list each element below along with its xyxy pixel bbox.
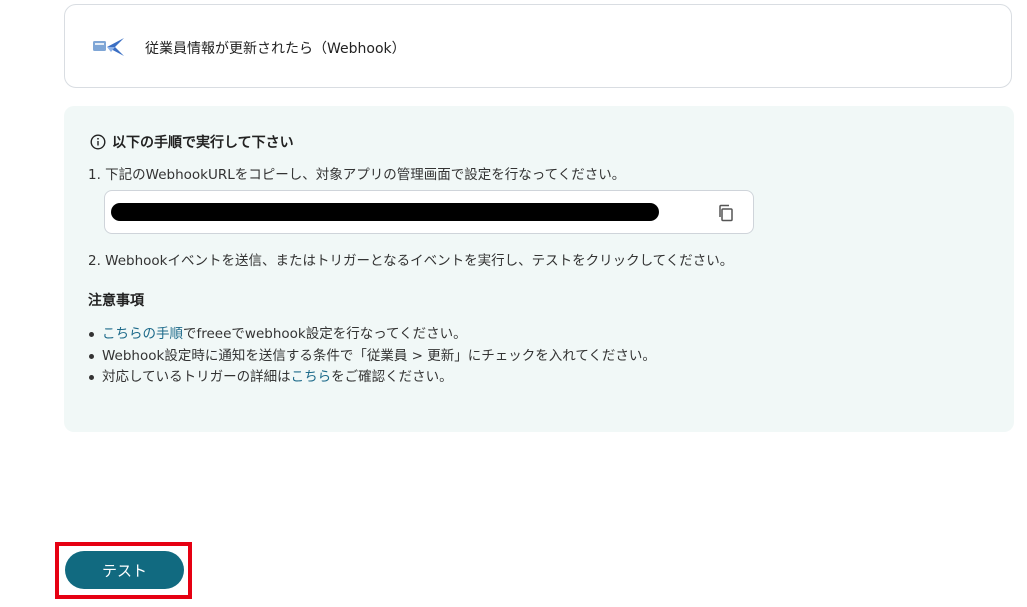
instructions-panel: 以下の手順で実行して下さい 1. 下記のWebhookURLをコピーし、対象アプ… (64, 106, 1014, 432)
list-item: こちらの手順でfreeeでwebhook設定を行なってください。 (88, 326, 656, 348)
list-item: Webhook設定時に通知を送信する条件で「従業員 > 更新」にチェックを入れて… (88, 348, 656, 370)
notes-list: こちらの手順でfreeeでwebhook設定を行なってください。 Webhook… (88, 326, 656, 391)
step-1-text: 1. 下記のWebhookURLをコピーし、対象アプリの管理画面で設定を行なって… (88, 167, 626, 183)
note-text: 対応しているトリガーの詳細は (102, 369, 291, 385)
step-2-text: 2. Webhookイベントを送信、またはトリガーとなるイベントを実行し、テスト… (88, 253, 734, 269)
webhook-url-field[interactable] (104, 190, 754, 234)
webhook-bird-icon (93, 38, 124, 56)
trigger-details-link[interactable]: こちら (291, 369, 332, 385)
trigger-title: 従業員情報が更新されたら（Webhook） (145, 41, 406, 57)
note-text: Webhook設定時に通知を送信する条件で「従業員 > 更新」にチェックを入れて… (102, 347, 656, 364)
test-button[interactable]: テスト (65, 551, 184, 589)
instructions-heading-text: 以下の手順で実行して下さい (112, 135, 294, 151)
info-icon (90, 134, 106, 150)
note-text: をご確認ください。 (331, 369, 453, 385)
note-text: でfreeeでwebhook設定を行なってください。 (183, 326, 467, 342)
webhook-url-redacted (111, 203, 659, 221)
notes-heading: 注意事項 (88, 293, 144, 309)
list-item: 対応しているトリガーの詳細はこちらをご確認ください。 (88, 369, 656, 391)
trigger-card: 従業員情報が更新されたら（Webhook） (64, 4, 1012, 88)
instructions-heading: 以下の手順で実行して下さい (90, 132, 294, 152)
setup-guide-link[interactable]: こちらの手順 (102, 326, 183, 342)
copy-icon[interactable] (717, 204, 735, 222)
